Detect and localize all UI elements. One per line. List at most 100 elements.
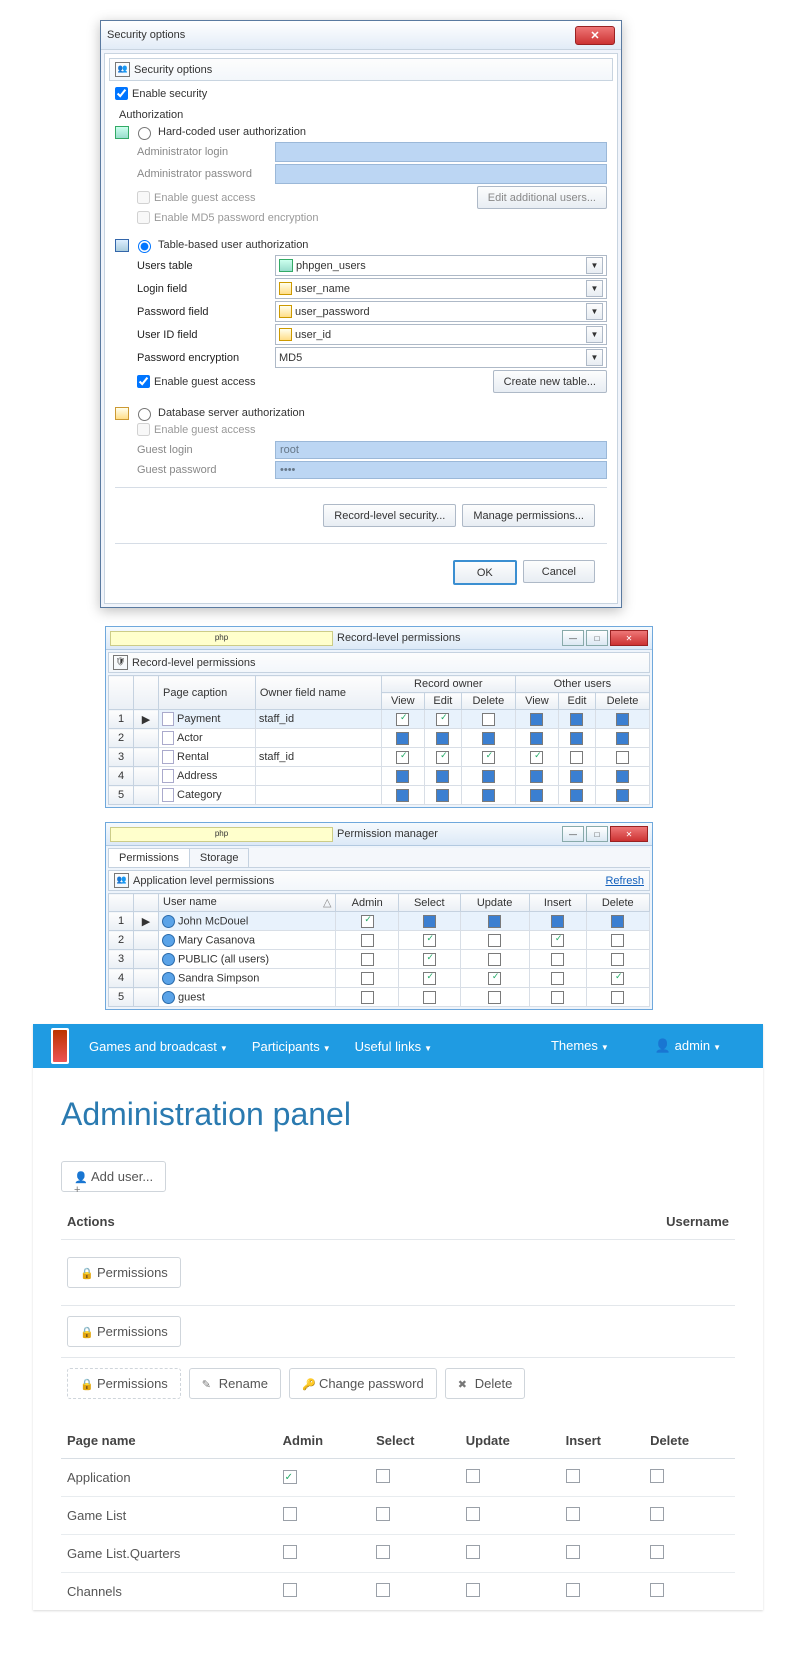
permission-checkbox[interactable] [650, 1469, 664, 1483]
permissions-button[interactable]: 🔒Permissions [67, 1368, 181, 1399]
unchecked-checkbox[interactable] [616, 751, 629, 764]
permission-checkbox[interactable] [283, 1470, 297, 1484]
intermediate-checkbox[interactable] [530, 732, 543, 745]
permission-checkbox[interactable] [566, 1469, 580, 1483]
permissions-button[interactable]: 🔒Permissions [67, 1316, 181, 1347]
intermediate-checkbox[interactable] [616, 789, 629, 802]
checked-checkbox[interactable] [488, 972, 501, 985]
intermediate-checkbox[interactable] [436, 732, 449, 745]
permission-checkbox[interactable] [283, 1545, 297, 1559]
unchecked-checkbox[interactable] [570, 751, 583, 764]
login-field-select[interactable]: user_name▼ [275, 278, 607, 299]
intermediate-checkbox[interactable] [423, 915, 436, 928]
hardcoded-radio[interactable] [138, 127, 151, 140]
checked-checkbox[interactable] [361, 915, 374, 928]
unchecked-checkbox[interactable] [488, 934, 501, 947]
permission-checkbox[interactable] [466, 1545, 480, 1559]
unchecked-checkbox[interactable] [611, 934, 624, 947]
permission-checkbox[interactable] [283, 1507, 297, 1521]
table-based-radio[interactable] [138, 240, 151, 253]
enable-security-checkbox[interactable]: Enable security [115, 87, 207, 100]
maximize-button[interactable]: □ [586, 826, 608, 842]
intermediate-checkbox[interactable] [570, 789, 583, 802]
guest-access-checkbox-3[interactable]: Enable guest access [137, 423, 256, 436]
checked-checkbox[interactable] [396, 751, 409, 764]
table-row[interactable]: 3PUBLIC (all users) [109, 950, 650, 969]
intermediate-checkbox[interactable] [530, 789, 543, 802]
unchecked-checkbox[interactable] [361, 953, 374, 966]
nav-admin-user[interactable]: 👤 admin▼ [655, 1038, 721, 1054]
guest-login-input[interactable]: root [275, 441, 607, 459]
unchecked-checkbox[interactable] [361, 934, 374, 947]
intermediate-checkbox[interactable] [616, 713, 629, 726]
table-row[interactable]: 5guest [109, 988, 650, 1007]
permission-checkbox[interactable] [566, 1583, 580, 1597]
encryption-select[interactable]: MD5▼ [275, 347, 607, 368]
add-user-button[interactable]: 👤+Add user... [61, 1161, 166, 1192]
edit-additional-users-button[interactable]: Edit additional users... [477, 186, 607, 209]
checked-checkbox[interactable] [396, 713, 409, 726]
checked-checkbox[interactable] [423, 953, 436, 966]
intermediate-checkbox[interactable] [436, 789, 449, 802]
checked-checkbox[interactable] [423, 934, 436, 947]
minimize-button[interactable]: — [562, 630, 584, 646]
unchecked-checkbox[interactable] [611, 953, 624, 966]
table-row[interactable]: 4Sandra Simpson [109, 969, 650, 988]
permission-checkbox[interactable] [466, 1469, 480, 1483]
intermediate-checkbox[interactable] [396, 789, 409, 802]
record-level-security-button[interactable]: Record-level security... [323, 504, 456, 527]
permission-checkbox[interactable] [650, 1583, 664, 1597]
permission-checkbox[interactable] [376, 1469, 390, 1483]
unchecked-checkbox[interactable] [361, 991, 374, 1004]
userid-field-select[interactable]: user_id▼ [275, 324, 607, 345]
unchecked-checkbox[interactable] [488, 953, 501, 966]
nav-participants[interactable]: Participants▼ [252, 1039, 331, 1054]
checked-checkbox[interactable] [530, 751, 543, 764]
table-row[interactable]: 1▶John McDouel [109, 912, 650, 931]
table-row[interactable]: 2Mary Casanova [109, 931, 650, 950]
table-row[interactable]: 4Address [109, 767, 650, 786]
intermediate-checkbox[interactable] [616, 770, 629, 783]
rename-button[interactable]: ✎Rename [189, 1368, 281, 1399]
checked-checkbox[interactable] [611, 972, 624, 985]
intermediate-checkbox[interactable] [396, 732, 409, 745]
unchecked-checkbox[interactable] [361, 972, 374, 985]
tab-permissions[interactable]: Permissions [108, 848, 190, 867]
table-row[interactable]: 3Rentalstaff_id [109, 748, 650, 767]
checked-checkbox[interactable] [423, 972, 436, 985]
md5-checkbox[interactable]: Enable MD5 password encryption [137, 211, 318, 224]
permission-checkbox[interactable] [566, 1507, 580, 1521]
intermediate-checkbox[interactable] [482, 789, 495, 802]
intermediate-checkbox[interactable] [530, 770, 543, 783]
refresh-link[interactable]: Refresh [605, 875, 644, 887]
checked-checkbox[interactable] [551, 934, 564, 947]
guest-access-checkbox-1[interactable]: Enable guest access [137, 191, 256, 204]
permission-checkbox[interactable] [376, 1583, 390, 1597]
nav-themes[interactable]: Themes▼ [551, 1038, 609, 1054]
checked-checkbox[interactable] [436, 713, 449, 726]
unchecked-checkbox[interactable] [423, 991, 436, 1004]
unchecked-checkbox[interactable] [551, 953, 564, 966]
permission-checkbox[interactable] [466, 1507, 480, 1521]
admin-password-input[interactable] [275, 164, 607, 184]
users-table-select[interactable]: phpgen_users▼ [275, 255, 607, 276]
permission-checkbox[interactable] [466, 1583, 480, 1597]
guest-access-checkbox-2[interactable]: Enable guest access [137, 375, 256, 388]
minimize-button[interactable]: — [562, 826, 584, 842]
maximize-button[interactable]: □ [586, 630, 608, 646]
permission-checkbox[interactable] [283, 1583, 297, 1597]
db-server-radio[interactable] [138, 408, 151, 421]
close-button[interactable]: ✕ [575, 26, 615, 45]
close-button[interactable]: ✕ [610, 826, 648, 842]
guest-password-input[interactable]: •••• [275, 461, 607, 479]
intermediate-checkbox[interactable] [570, 713, 583, 726]
permission-checkbox[interactable] [650, 1545, 664, 1559]
tab-storage[interactable]: Storage [189, 848, 250, 867]
cancel-button[interactable]: Cancel [523, 560, 595, 583]
unchecked-checkbox[interactable] [488, 991, 501, 1004]
intermediate-checkbox[interactable] [396, 770, 409, 783]
intermediate-checkbox[interactable] [482, 732, 495, 745]
intermediate-checkbox[interactable] [436, 770, 449, 783]
admin-login-input[interactable] [275, 142, 607, 162]
create-table-button[interactable]: Create new table... [493, 370, 607, 393]
